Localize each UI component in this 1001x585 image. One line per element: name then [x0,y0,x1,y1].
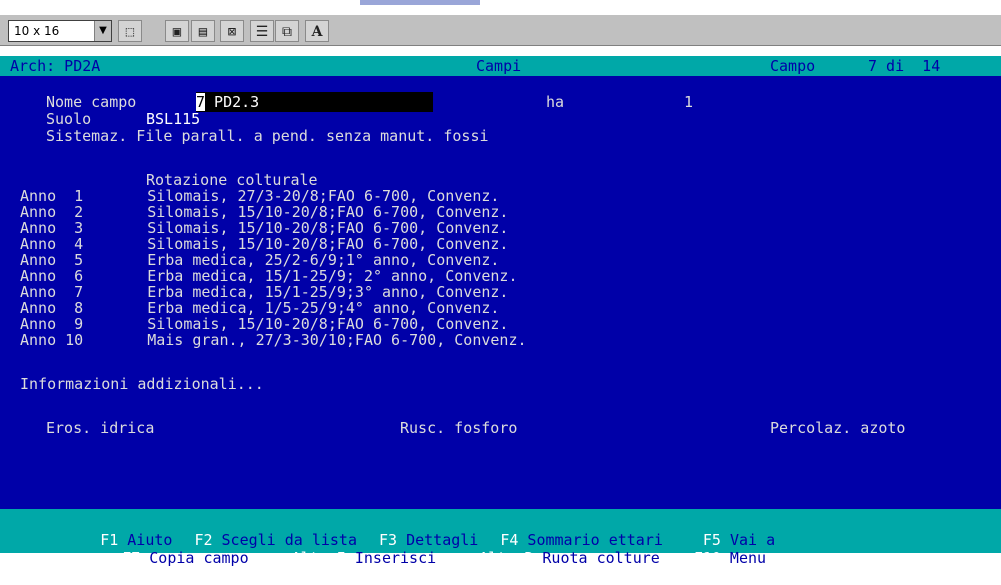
rotation-row[interactable]: Anno 5 Erba medica, 25/2-6/9;1° anno, Con… [20,252,499,268]
font-icon[interactable]: A [305,20,329,42]
rotation-row[interactable]: Anno 1 Silomais, 27/3-20/8;FAO 6-700, Con… [20,188,499,204]
properties-icon[interactable]: ☰ [250,20,274,42]
fkey-row-2: F7 Copia campo <Alt> I Inserisci <Alt> R R… [68,531,766,585]
copy-icon[interactable]: ▣ [165,20,189,42]
window-top-strip [0,0,1001,10]
crop-text: Mais gran., 27/3-30/10;FAO 6-700, Conven… [147,331,527,349]
dos-screen: Arch: PD2A Campi Campo 7 di 14 Nome camp… [0,56,1001,567]
background-icon[interactable]: ⧉ [275,20,299,42]
unit-label: ha [546,93,565,111]
rotation-row[interactable]: Anno 4 Silomais, 15/10-20/8;FAO 6-700, Co… [20,236,508,252]
record-counter: 7 di 14 [868,57,941,75]
dos-toolbar [0,15,1001,46]
copy-field-key[interactable]: F7 Copia campo [122,549,248,567]
soil-value: BSL115 [146,110,201,128]
field-name-input[interactable]: 7 PD2.3 [196,92,433,112]
soil-label: Suolo [46,110,92,128]
field-name-label: Nome campo [46,93,137,111]
rotation-row[interactable]: Anno 10 Mais gran., 27/3-30/10;FAO 6-700,… [20,332,527,348]
font-size-value: 10 x 16 [14,24,60,38]
extra-info-link[interactable]: Informazioni addizionali... [20,376,264,392]
rotation-row[interactable]: Anno 2 Silomais, 15/10-20/8;FAO 6-700, Co… [20,204,508,220]
rotation-title: Rotazione colturale [146,171,318,189]
archive-label: Arch: PD2A [10,57,101,75]
chevron-down-icon[interactable]: ▼ [94,21,111,41]
text-cursor: 7 [196,93,206,111]
unit-value: 1 [684,93,694,111]
nitrogen-label: Percolaz. azoto [770,419,906,437]
phosphorus-label: Rusc. fosforo [400,419,518,437]
record-label: Campo [770,57,816,75]
fullscreen-icon[interactable]: ⬚ [118,20,142,42]
status-header: Arch: PD2A Campi Campo 7 di 14 [0,56,1001,76]
arrangement-text: Sistemaz. File parall. a pend. senza man… [46,127,489,145]
rotation-row[interactable]: Anno 8 Erba medica, 1/5-25/9;4° anno, Con… [20,300,499,316]
rotation-row[interactable]: Anno 9 Silomais, 15/10-20/8;FAO 6-700, Co… [20,316,508,332]
year-label: Anno 10 [20,331,84,349]
rotation-row[interactable]: Anno 3 Silomais, 15/10-20/8;FAO 6-700, Co… [20,220,508,236]
title-decoration [360,0,480,5]
screen-title: Campi [476,57,522,75]
field-name-value: PD2.3 [205,93,260,111]
paste-icon[interactable]: ▤ [191,20,215,42]
rotate-crops-key[interactable]: <Alt> R Ruota colture [470,549,660,567]
rotation-row[interactable]: Anno 7 Erba medica, 15/1-25/9;3° anno, Co… [20,284,508,300]
menu-key[interactable]: F10 Menu [694,549,766,567]
scale-icon[interactable]: ⊠ [220,20,244,42]
font-size-select[interactable]: 10 x 16 ▼ [8,20,112,42]
erosion-label: Eros. idrica [46,419,155,437]
insert-key[interactable]: <Alt> I Inserisci [283,549,437,567]
rotation-row[interactable]: Anno 6 Erba medica, 15/1-25/9; 2° anno, C… [20,268,517,284]
function-key-bar: F1 Aiuto F2 Scegli da lista F3 Dettagli F4 … [0,509,1001,567]
